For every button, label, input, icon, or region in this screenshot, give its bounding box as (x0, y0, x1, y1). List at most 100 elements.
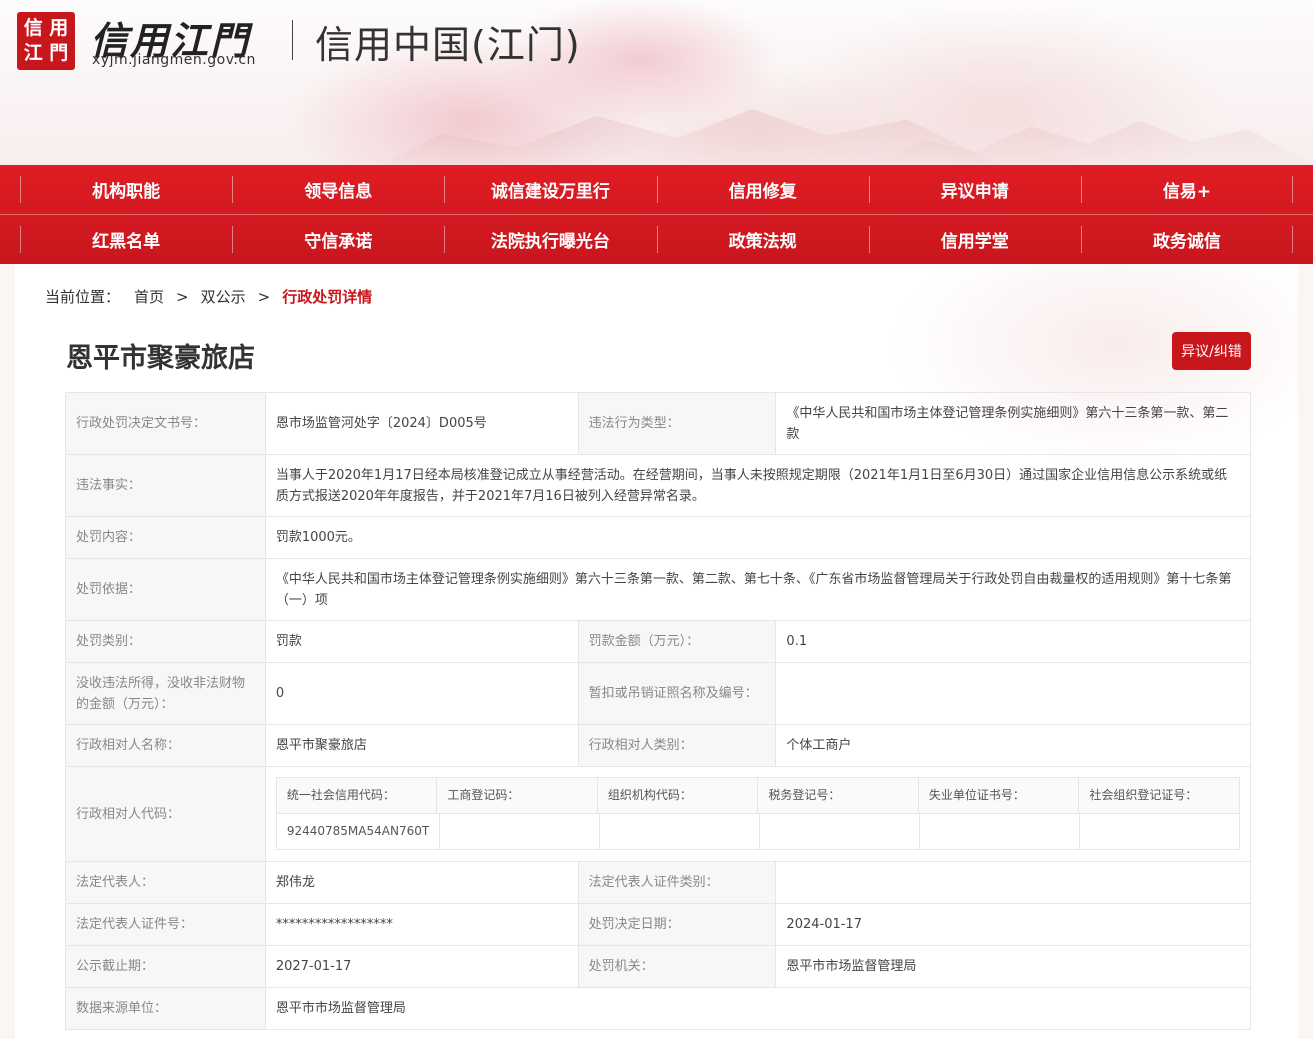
breadcrumb: 当前位置： 首页 > 双公示 > 行政处罚详情 (45, 286, 372, 307)
nav-item-integrity-tour[interactable]: 诚信建设万里行 (444, 165, 656, 214)
breadcrumb-separator: > (257, 287, 271, 306)
code-table: 统一社会信用代码： 工商登记码： 组织机构代码： 税务登记号： 失业单位证书号：… (275, 777, 1240, 850)
site-logo-seal[interactable]: 信 用 江 門 (17, 12, 75, 70)
legal-rep-value: 郑伟龙 (265, 862, 579, 904)
party-type-label: 行政相对人类别： (578, 725, 777, 767)
code-header-social-org: 社会组织登记证号： (1079, 778, 1240, 814)
table-row: 法定代表人： 郑伟龙 法定代表人证件类别： (66, 862, 1252, 904)
nav-row-1: 机构职能 领导信息 诚信建设万里行 信用修复 异议申请 信易+ (20, 165, 1294, 214)
code-value-social-org (1079, 814, 1240, 850)
seal-char: 用 (49, 16, 69, 39)
decision-date-value: 2024-01-17 (776, 904, 1252, 946)
logo-divider (292, 20, 293, 60)
nav-item-gov-integrity[interactable]: 政务诚信 (1080, 215, 1294, 264)
header-decoration (880, 121, 1313, 165)
table-row: 处罚内容： 罚款1000元。 (66, 517, 1251, 559)
category-value: 罚款 (265, 621, 579, 663)
breadcrumb-current: 行政处罚详情 (282, 288, 373, 306)
table-row: 行政相对人代码： 统一社会信用代码： 工商登记码： 组织机构代码： 税务登记号：… (66, 767, 1251, 862)
code-value-org-code (600, 814, 761, 850)
nav-item-credit-repair[interactable]: 信用修复 (656, 165, 869, 214)
content-label: 处罚内容： (66, 517, 266, 559)
table-row: 处罚类别： 罚款 罚款金额（万元）： 0.1 (66, 621, 1252, 663)
confiscation-value: 0 (265, 663, 579, 725)
violation-type-label: 违法行为类型： (578, 393, 777, 455)
penalty-detail-table: 行政处罚决定文书号： 恩市场监管河处字〔2024〕D005号 违法行为类型： 《… (65, 392, 1252, 1030)
site-url: xyjm.jiangmen.gov.cn (92, 52, 256, 68)
nav-item-credit-school[interactable]: 信用学堂 (868, 215, 1081, 264)
code-header-uscc: 统一社会信用代码： (276, 778, 438, 814)
code-table-values: 92440785MA54AN760T (276, 814, 1240, 850)
doc-no-value: 恩市场监管河处字〔2024〕D005号 (265, 393, 579, 455)
table-row: 行政处罚决定文书号： 恩市场监管河处字〔2024〕D005号 违法行为类型： 《… (66, 393, 1252, 455)
table-row: 没收违法所得，没收非法财物的金额（万元）： 0 暂扣或吊销证照名称及编号： (66, 663, 1252, 725)
breadcrumb-label: 当前位置： (45, 288, 121, 306)
publicity-end-label: 公示截止期： (66, 946, 266, 988)
breadcrumb-double-publicity[interactable]: 双公示 (201, 286, 246, 307)
authority-label: 处罚机关： (578, 946, 777, 988)
table-row: 数据来源单位： 恩平市市场监督管理局 (66, 988, 1251, 1030)
nav-item-xinyi-plus[interactable]: 信易+ (1080, 165, 1294, 214)
authority-value: 恩平市市场监督管理局 (776, 946, 1252, 988)
code-header-org-code: 组织机构代码： (597, 778, 759, 814)
code-header-unit-cert: 失业单位证书号： (918, 778, 1080, 814)
violation-type-value: 《中华人民共和国市场主体登记管理条例实施细则》第六十三条第一款、第二款 (776, 393, 1252, 455)
party-name-label: 行政相对人名称： (66, 725, 266, 767)
code-value-business-reg (440, 814, 601, 850)
fine-value: 0.1 (776, 621, 1252, 663)
site-subtitle: 信用中国(江门) (315, 23, 581, 67)
nav-item-red-black-list[interactable]: 红黑名单 (20, 215, 232, 264)
main-nav: 机构职能 领导信息 诚信建设万里行 信用修复 异议申请 信易+ 红黑名单 守信承… (0, 165, 1313, 264)
table-row: 行政相对人名称： 恩平市聚豪旅店 行政相对人类别： 个体工商户 (66, 725, 1252, 767)
source-label: 数据来源单位： (66, 988, 266, 1030)
table-row: 公示截止期： 2027-01-17 处罚机关： 恩平市市场监督管理局 (66, 946, 1252, 988)
code-table-header: 统一社会信用代码： 工商登记码： 组织机构代码： 税务登记号： 失业单位证书号：… (276, 778, 1240, 814)
nav-item-institution[interactable]: 机构职能 (20, 165, 232, 214)
legal-rep-id-no-label: 法定代表人证件号： (66, 904, 266, 946)
breadcrumb-home[interactable]: 首页 (134, 286, 164, 307)
fine-label: 罚款金额（万元）： (578, 621, 777, 663)
nav-item-policies[interactable]: 政策法规 (656, 215, 869, 264)
code-value-tax-reg (760, 814, 920, 850)
facts-value: 当事人于2020年1月17日经本局核准登记成立从事经营活动。在经营期间，当事人未… (265, 455, 1251, 517)
seal-char: 門 (49, 42, 69, 65)
publicity-end-value: 2027-01-17 (265, 946, 579, 988)
party-name-value: 恩平市聚豪旅店 (265, 725, 579, 767)
content-value: 罚款1000元。 (265, 517, 1251, 559)
nav-item-court-exposure[interactable]: 法院执行曝光台 (444, 215, 656, 264)
confiscation-label: 没收违法所得，没收非法财物的金额（万元）： (66, 663, 266, 725)
code-header-tax-reg: 税务登记号： (758, 778, 919, 814)
legal-rep-label: 法定代表人： (66, 862, 266, 904)
seal-char: 信 (23, 16, 43, 39)
basis-label: 处罚依据： (66, 559, 266, 621)
party-type-value: 个体工商户 (776, 725, 1252, 767)
nav-item-leaders[interactable]: 领导信息 (232, 165, 444, 214)
table-row: 处罚依据： 《中华人民共和国市场主体登记管理条例实施细则》第六十三条第一款、第二… (66, 559, 1251, 621)
table-row: 违法事实： 当事人于2020年1月17日经本局核准登记成立从事经营活动。在经营期… (66, 455, 1251, 517)
seal-char: 江 (23, 42, 43, 65)
nav-item-commitment[interactable]: 守信承诺 (232, 215, 444, 264)
site-header: 信 用 江 門 信用江門 xyjm.jiangmen.gov.cn 信用中国(江… (0, 0, 1313, 165)
legal-rep-id-type-label: 法定代表人证件类别： (578, 862, 777, 904)
objection-button[interactable]: 异议/纠错 (1172, 332, 1251, 370)
code-header-business-reg: 工商登记码： (437, 778, 598, 814)
legal-rep-id-type-value (776, 862, 1252, 904)
nav-row-2: 红黑名单 守信承诺 法院执行曝光台 政策法规 信用学堂 政务诚信 (20, 215, 1294, 264)
facts-label: 违法事实： (66, 455, 266, 517)
source-value: 恩平市市场监督管理局 (265, 988, 1251, 1030)
decision-date-label: 处罚决定日期： (578, 904, 777, 946)
party-code-label: 行政相对人代码： (66, 767, 266, 862)
code-value-uscc: 92440785MA54AN760T (276, 814, 441, 850)
party-code-cell: 统一社会信用代码： 工商登记码： 组织机构代码： 税务登记号： 失业单位证书号：… (265, 767, 1251, 862)
breadcrumb-separator: > (176, 287, 189, 306)
legal-rep-id-no-value: ****************** (265, 904, 579, 946)
category-label: 处罚类别： (66, 621, 266, 663)
doc-no-label: 行政处罚决定文书号： (66, 393, 266, 455)
basis-value: 《中华人民共和国市场主体登记管理条例实施细则》第六十三条第一款、第二款、第七十条… (265, 559, 1251, 621)
license-value (776, 663, 1252, 725)
page-title: 恩平市聚豪旅店 (66, 343, 255, 374)
table-row: 法定代表人证件号： ****************** 处罚决定日期： 202… (66, 904, 1252, 946)
nav-item-objection[interactable]: 异议申请 (868, 165, 1081, 214)
license-label: 暂扣或吊销证照名称及编号： (578, 663, 777, 725)
main-content: 当前位置： 首页 > 双公示 > 行政处罚详情 恩平市聚豪旅店 异议/纠错 行政… (15, 264, 1298, 1039)
